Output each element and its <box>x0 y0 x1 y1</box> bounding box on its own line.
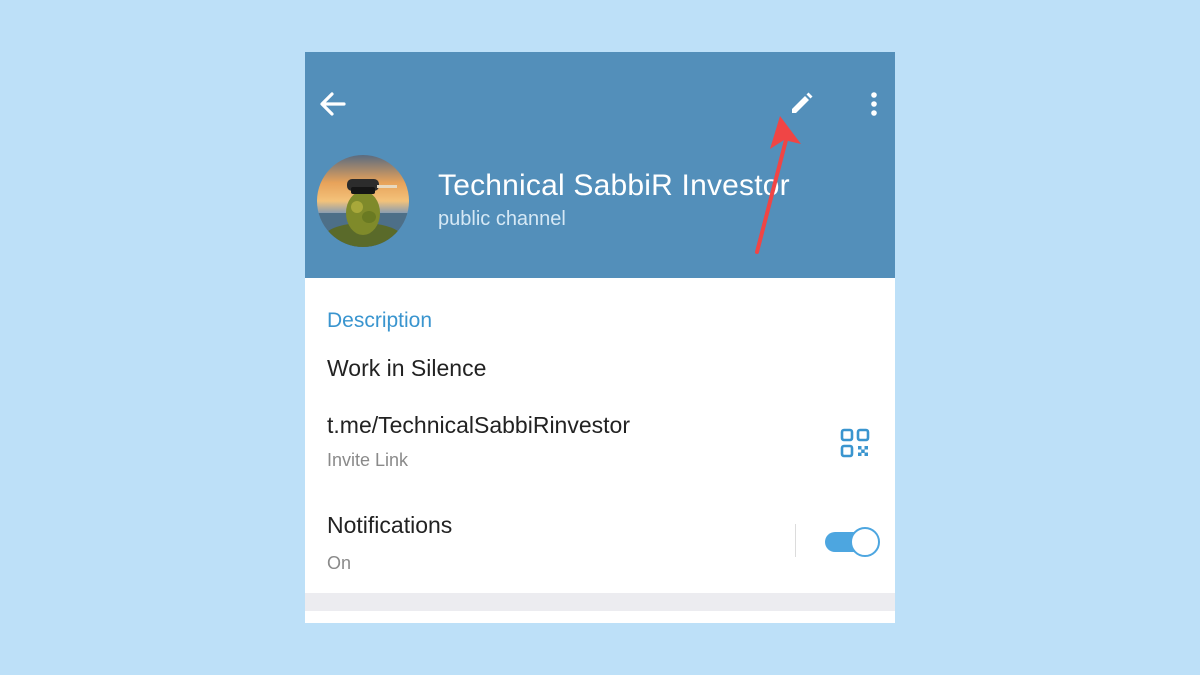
more-vertical-icon <box>871 92 877 116</box>
edit-button[interactable] <box>783 86 819 122</box>
qr-code-button[interactable] <box>835 423 875 463</box>
channel-info-screen: Technical SabbiR Investor public channel… <box>305 52 895 623</box>
notifications-toggle[interactable] <box>825 527 880 557</box>
channel-type-label: public channel <box>438 208 566 230</box>
invite-link-caption: Invite Link <box>327 450 409 470</box>
notifications-status: On <box>327 553 352 573</box>
notifications-divider <box>795 524 796 557</box>
qr-code-icon <box>840 428 870 458</box>
pencil-icon <box>792 92 813 113</box>
description-section-title: Description <box>327 309 433 332</box>
back-button[interactable] <box>315 86 351 122</box>
section-separator <box>305 593 895 611</box>
channel-avatar[interactable] <box>317 155 409 247</box>
more-options-button[interactable] <box>859 86 889 122</box>
toggle-knob <box>850 527 880 557</box>
avatar-image <box>317 155 409 247</box>
channel-header: Technical SabbiR Investor public channel <box>305 52 895 278</box>
channel-name: Technical SabbiR Investor <box>438 169 790 202</box>
description-text: Work in Silence <box>327 355 487 381</box>
notifications-label: Notifications <box>327 512 453 538</box>
arrow-left-icon <box>320 92 346 116</box>
invite-link[interactable]: t.me/TechnicalSabbiRinvestor <box>327 412 630 439</box>
